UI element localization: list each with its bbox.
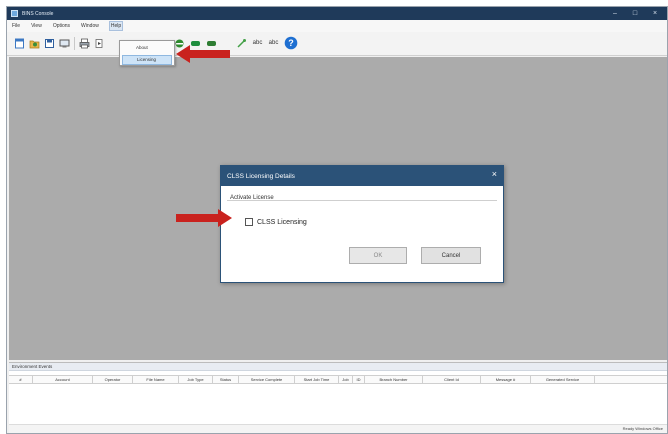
svg-text:?: ?: [288, 38, 294, 48]
column-header[interactable]: Job Type: [179, 376, 213, 383]
activate-license-group: [227, 200, 497, 278]
dialog-title: CLSS Licensing Details: [227, 172, 295, 180]
new-icon[interactable]: [13, 37, 26, 49]
column-header[interactable]: Account: [33, 376, 93, 383]
licensing-dialog: CLSS Licensing Details × Activate Licens…: [220, 165, 504, 283]
connect-icon[interactable]: [58, 37, 71, 49]
events-panel: Environment Events # Account Operator Fi…: [9, 362, 667, 433]
menu-bar: File View Options Window Help: [7, 20, 667, 32]
annotation-arrow-checkbox: [176, 209, 232, 227]
window-controls: – □ ×: [605, 7, 665, 20]
menu-item-licensing[interactable]: Licensing: [122, 55, 172, 65]
status-bar: Ready Windows Office: [9, 424, 667, 433]
cancel-button[interactable]: Cancel: [421, 247, 481, 264]
ok-button[interactable]: OK: [349, 247, 407, 264]
dialog-title-bar: CLSS Licensing Details ×: [221, 166, 503, 186]
clss-licensing-option[interactable]: CLSS Licensing: [245, 218, 307, 226]
menu-view[interactable]: View: [30, 22, 43, 30]
column-header[interactable]: Job: [339, 376, 353, 383]
open-icon[interactable]: [28, 37, 41, 49]
column-header[interactable]: File Name: [133, 376, 179, 383]
run-icon[interactable]: [93, 37, 106, 49]
title-bar: BINS Console – □ ×: [7, 7, 667, 20]
annotation-arrow-menu: [176, 45, 230, 63]
menu-options[interactable]: Options: [52, 22, 71, 30]
clss-licensing-label: CLSS Licensing: [257, 218, 307, 226]
help-menu-dropdown: About Licensing: [119, 40, 175, 66]
column-header[interactable]: Service Complete: [239, 376, 295, 383]
app-window: BINS Console – □ × File View Options Win…: [6, 6, 668, 434]
status-text: Ready Windows Office: [622, 426, 663, 431]
column-header[interactable]: Operator: [93, 376, 133, 383]
toolbar: abc abc ?: [7, 32, 667, 56]
text-small-icon[interactable]: abc: [251, 37, 264, 49]
events-grid-header: # Account Operator File Name Job Type St…: [9, 375, 667, 384]
clss-licensing-checkbox[interactable]: [245, 218, 253, 226]
print-icon[interactable]: [78, 37, 91, 49]
menu-help[interactable]: Help: [108, 21, 124, 31]
column-header[interactable]: Generated Service: [531, 376, 595, 383]
maximize-icon[interactable]: □: [625, 7, 645, 20]
close-icon[interactable]: ×: [645, 7, 665, 20]
close-icon[interactable]: ×: [492, 169, 497, 179]
column-header[interactable]: Client Id: [423, 376, 481, 383]
app-title: BINS Console: [22, 10, 54, 17]
help-icon[interactable]: ?: [283, 35, 298, 50]
column-header[interactable]: Branch Number: [365, 376, 423, 383]
menu-file[interactable]: File: [11, 22, 21, 30]
menu-item-about[interactable]: About: [122, 43, 172, 53]
column-header[interactable]: #: [9, 376, 33, 383]
menu-window[interactable]: Window: [80, 22, 100, 30]
text-icon[interactable]: [235, 37, 248, 49]
text-small-icon-2[interactable]: abc: [267, 37, 280, 49]
column-header[interactable]: Message #: [481, 376, 531, 383]
column-header[interactable]: Status: [213, 376, 239, 383]
minimize-icon[interactable]: –: [605, 7, 625, 20]
column-header[interactable]: Start Job Time: [295, 376, 339, 383]
events-panel-header: Environment Events: [9, 363, 667, 371]
app-icon: [11, 10, 18, 17]
save-icon[interactable]: [43, 37, 56, 49]
column-header[interactable]: ID: [353, 376, 365, 383]
